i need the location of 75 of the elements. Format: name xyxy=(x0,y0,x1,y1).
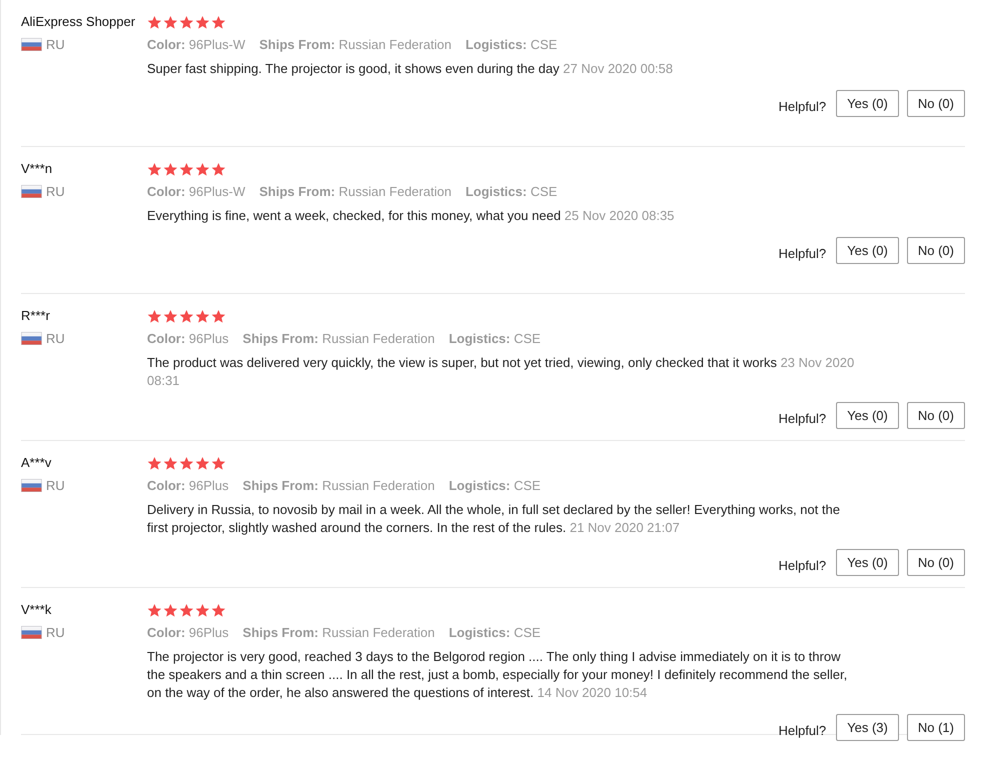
country-code: RU xyxy=(46,184,65,199)
star-icon xyxy=(179,602,194,618)
review-text: Delivery in Russia, to novosib by mail in a week. All the whole, in full set declared by the seller! Everything works, not the first projector, slightly washed around the corners. In the rest of the rules. 21 Nov 2020 21:07 xyxy=(147,501,841,537)
flag-icon xyxy=(21,332,42,345)
user-name: AliExpress Shopper xyxy=(21,13,136,31)
star-icon xyxy=(195,456,210,470)
no-button[interactable]: No (0) xyxy=(906,549,965,576)
product-attribute: Color: 96Plus-W xyxy=(147,36,246,54)
star-icon xyxy=(195,308,210,324)
star-icon xyxy=(147,602,162,618)
product-attribute: Ships From: Russian Federation xyxy=(242,330,435,348)
flag-icon xyxy=(21,185,42,198)
country-code: RU xyxy=(46,331,65,346)
star-icon xyxy=(211,602,226,618)
flag-icon xyxy=(21,626,42,639)
product-attribute: Ships From: Russian Federation xyxy=(242,624,435,642)
yes-button[interactable]: Yes (3) xyxy=(836,714,899,741)
user-name: A***v xyxy=(21,454,52,472)
product-attribute: Logistics: CSE xyxy=(465,183,558,201)
review-text: The product was delivered very quickly, the view is super, but not yet tried, viewing, only checked that it works 23 Nov 2020 08:31 xyxy=(147,354,856,390)
star-icon xyxy=(195,162,210,176)
review-text: Everything is fine, went a week, checked, for this money, what you need 25 Nov 2020 08:35 xyxy=(147,207,676,225)
flag-icon xyxy=(21,38,42,51)
star-icon xyxy=(147,14,162,30)
star-icon xyxy=(147,308,162,324)
star-icon xyxy=(179,14,194,30)
helpful-label: Helpful? xyxy=(778,246,826,261)
product-attribute: Color: 96Plus-W xyxy=(147,183,246,201)
helpful-label: Helpful? xyxy=(778,411,826,426)
helpful-label: Helpful? xyxy=(778,723,826,738)
product-attribute: Ships From: Russian Federation xyxy=(242,477,435,495)
flag-icon xyxy=(21,479,42,492)
helpful-label: Helpful? xyxy=(778,558,826,573)
country-code: RU xyxy=(46,478,65,493)
star-icon xyxy=(211,162,226,176)
product-attribute: Color: 96Plus xyxy=(147,330,229,348)
product-attribute: Logistics: CSE xyxy=(448,477,541,495)
country-code: RU xyxy=(46,37,65,52)
star-icon xyxy=(163,14,178,30)
star-icon xyxy=(195,602,210,618)
yes-button[interactable]: Yes (0) xyxy=(836,402,899,429)
yes-button[interactable]: Yes (0) xyxy=(836,237,899,264)
product-attribute: Logistics: CSE xyxy=(465,36,558,54)
product-attribute: Color: 96Plus xyxy=(147,624,229,642)
no-button[interactable]: No (1) xyxy=(906,714,965,741)
product-attribute: Ships From: Russian Federation xyxy=(259,183,452,201)
star-icon xyxy=(195,14,210,30)
product-attribute: Color: 96Plus xyxy=(147,477,229,495)
user-name: R***r xyxy=(21,307,51,325)
star-icon xyxy=(179,308,194,324)
star-icon xyxy=(163,602,178,618)
yes-button[interactable]: Yes (0) xyxy=(836,549,899,576)
yes-button[interactable]: Yes (0) xyxy=(836,90,899,117)
star-icon xyxy=(211,14,226,30)
country-code: RU xyxy=(46,625,65,640)
star-icon xyxy=(147,162,162,176)
no-button[interactable]: No (0) xyxy=(906,237,965,264)
review-text: Super fast shipping. The projector is good, it shows even during the day 27 Nov 2020 00:58 xyxy=(147,60,674,78)
star-icon xyxy=(179,162,194,176)
review-text: The projector is very good, reached 3 days to the Belgorod region .... The only thing I advise immediately on it is to throw the speakers and a thin screen .... In all the rest, just a bomb, especially for your money! I definitely recommend the seller, on the way of the order, he also answered the questions of interest. 14 Nov 2020 10:54 xyxy=(147,648,848,702)
product-attribute: Logistics: CSE xyxy=(448,330,541,348)
star-icon xyxy=(211,308,226,324)
user-name: V***n xyxy=(21,160,54,178)
helpful-label: Helpful? xyxy=(778,99,826,114)
star-icon xyxy=(163,456,178,470)
no-button[interactable]: No (0) xyxy=(906,402,965,429)
star-icon xyxy=(179,456,194,470)
star-icon xyxy=(211,456,226,470)
no-button[interactable]: No (0) xyxy=(906,90,965,117)
product-attribute: Ships From: Russian Federation xyxy=(259,36,452,54)
star-icon xyxy=(147,456,162,470)
star-icon xyxy=(163,162,178,176)
product-attribute: Logistics: CSE xyxy=(448,624,541,642)
star-icon xyxy=(163,308,178,324)
user-name: V***k xyxy=(21,601,52,619)
